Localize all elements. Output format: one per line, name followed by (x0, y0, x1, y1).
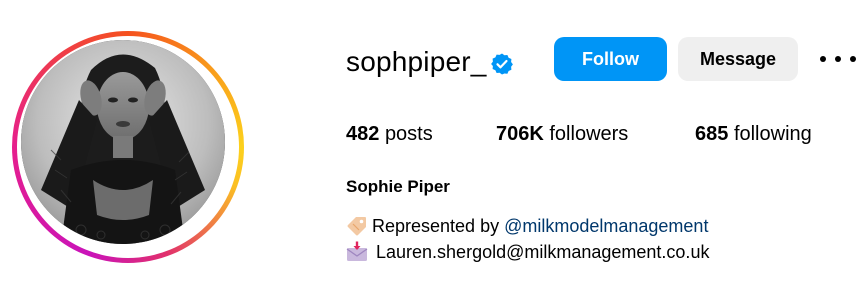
avatar[interactable] (21, 40, 225, 244)
verified-badge-icon (491, 53, 513, 75)
follow-button[interactable]: Follow (554, 37, 667, 81)
following-link[interactable]: 685 following (695, 121, 812, 147)
followers-link[interactable]: 706K followers (496, 121, 628, 147)
followers-count-value: 706K (496, 123, 544, 145)
posts-count: 482 posts (346, 121, 433, 147)
more-options-icon[interactable] (820, 47, 856, 71)
bio-line-email: Lauren.shergold@milkmanagement.co.uk (346, 240, 709, 264)
profile-header: sophpiper_ Follow Message 482 posts 706K… (0, 0, 868, 300)
full-name: Sophie Piper (346, 177, 450, 196)
following-count-label: following (733, 123, 812, 145)
incoming-envelope-icon (346, 241, 368, 261)
bio-email: Lauren.shergold@milkmanagement.co.uk (376, 242, 710, 262)
more-dot (835, 56, 841, 62)
bio-represented-by: Represented by (372, 216, 505, 236)
username: sophpiper_ (346, 46, 487, 77)
more-dot (850, 56, 856, 62)
following-count-value: 685 (695, 123, 729, 145)
story-ring[interactable] (12, 31, 244, 263)
posts-count-label: posts (384, 123, 433, 145)
message-button[interactable]: Message (678, 37, 798, 81)
label-tag-icon (347, 217, 366, 236)
mention-link[interactable]: @milkmodelmanagement (504, 214, 708, 238)
bio-line-representation: Represented by @milkmodelmanagement (346, 214, 708, 238)
followers-count-label: followers (549, 123, 629, 145)
posts-count-value: 482 (346, 123, 380, 145)
more-dot (820, 56, 826, 62)
profile-photo (21, 40, 225, 244)
